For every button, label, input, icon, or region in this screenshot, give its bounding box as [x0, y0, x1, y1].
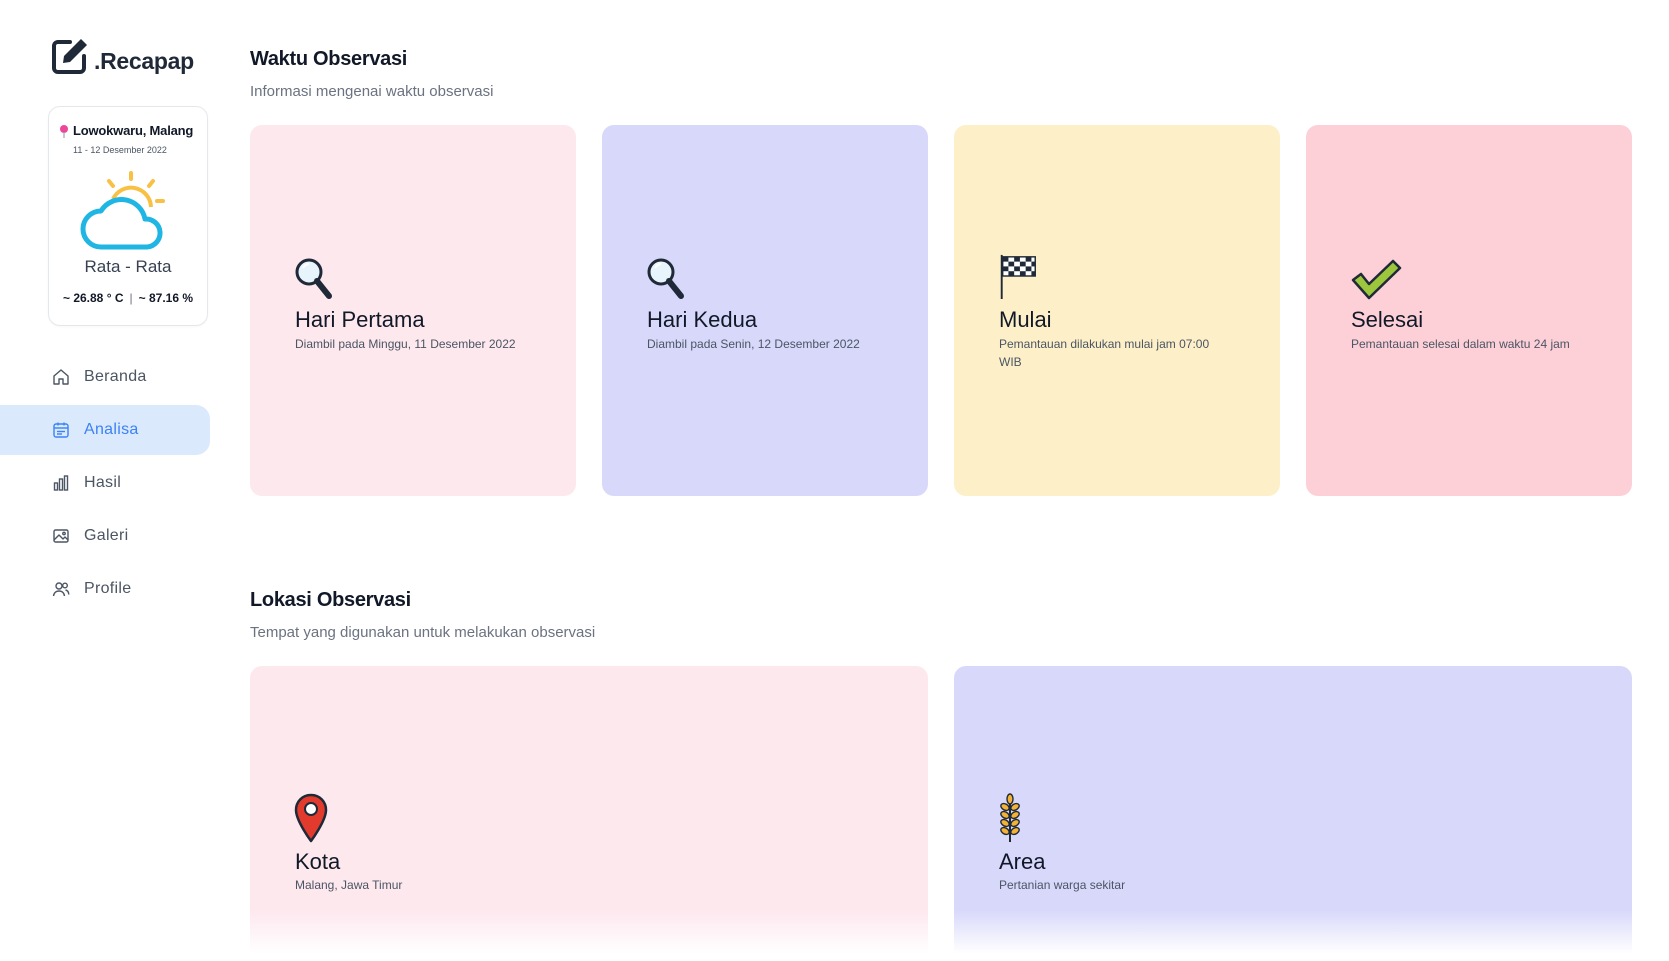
- pin-icon: [60, 124, 68, 138]
- card-desc: Pemantauan dilakukan mulai jam 07:00 WIB: [999, 337, 1210, 369]
- section-title-lokasi: Lokasi Observasi: [250, 589, 411, 611]
- nav-label-profile: Profile: [84, 580, 132, 597]
- weather-label: Rata - Rata: [84, 257, 172, 276]
- checkered-flag-icon: [1000, 254, 1036, 299]
- main-nav: Beranda Analisa Hasil Galeri Profile: [0, 352, 215, 617]
- magnifier-icon: [295, 258, 332, 299]
- calendar-icon: [53, 422, 69, 438]
- brand-logo[interactable]: .Recapap: [50, 36, 194, 76]
- card-hari-pertama[interactable]: Hari Pertama Diambil pada Minggu, 11 Des…: [250, 125, 576, 496]
- users-icon: [52, 582, 70, 597]
- magnifier-icon: [647, 258, 684, 299]
- nav-item-profile[interactable]: Profile: [0, 564, 215, 614]
- nav-label-analisa: Analisa: [84, 421, 139, 438]
- edit-square-icon: [52, 39, 87, 74]
- card-hari-kedua[interactable]: Hari Kedua Diambil pada Senin, 12 Desemb…: [602, 125, 928, 496]
- card-desc: Diambil pada Senin, 12 Desember 2022: [647, 337, 860, 351]
- card-selesai[interactable]: Selesai Pemantauan selesai dalam waktu 2…: [1306, 125, 1632, 496]
- nav-item-galeri[interactable]: Galeri: [0, 511, 215, 561]
- card-title: Selesai: [1351, 307, 1424, 332]
- card-desc: Pertanian warga sekitar: [999, 878, 1126, 892]
- card-title: Kota: [295, 849, 341, 874]
- bar-chart-icon: [53, 475, 69, 491]
- section-subtitle-waktu: Informasi mengenai waktu observasi: [250, 83, 494, 100]
- nav-label-galeri: Galeri: [84, 527, 129, 544]
- bottom-fade-overlay: [240, 910, 1660, 961]
- home-icon: [53, 369, 69, 385]
- card-mulai[interactable]: Mulai Pemantauan dilakukan mulai jam 07:…: [954, 125, 1280, 496]
- wheat-icon: [1000, 793, 1020, 842]
- partly-cloudy-icon: [80, 171, 165, 250]
- weather-location-text: Lowokwaru, Malang: [73, 123, 194, 138]
- nav-label-beranda: Beranda: [84, 368, 147, 385]
- sidebar: .Recapap Lowokwaru, Malang 11 - 12 Desem…: [0, 0, 215, 961]
- section-title-waktu: Waktu Observasi: [250, 48, 408, 70]
- weather-location: Lowokwaru, Malang: [59, 123, 193, 138]
- map-pin-icon: [294, 793, 328, 843]
- card-desc: Malang, Jawa Timur: [295, 878, 403, 892]
- weather-card: Lowokwaru, Malang 11 - 12 Desember 2022 …: [48, 106, 208, 326]
- weather-temperature: ~ 26.88 ° C: [62, 291, 124, 305]
- weather-separator: |: [129, 291, 133, 305]
- brand-name: .Recapap: [94, 48, 194, 74]
- weather-date-range: 11 - 12 Desember 2022: [73, 145, 167, 155]
- check-mark-icon: [1351, 259, 1402, 300]
- card-title: Hari Kedua: [647, 307, 758, 332]
- image-icon: [53, 529, 69, 543]
- card-title: Mulai: [999, 307, 1052, 332]
- weather-stats: ~ 26.88 ° C | ~ 87.16 %: [49, 291, 207, 305]
- nav-label-hasil: Hasil: [84, 474, 122, 491]
- card-desc: Pemantauan selesai dalam waktu 24 jam: [1351, 337, 1570, 351]
- nav-item-analisa[interactable]: Analisa: [0, 405, 210, 455]
- card-title: Hari Pertama: [295, 307, 425, 332]
- section-subtitle-lokasi: Tempat yang digunakan untuk melakukan ob…: [250, 624, 596, 641]
- card-desc: Diambil pada Minggu, 11 Desember 2022: [295, 337, 516, 351]
- nav-item-beranda[interactable]: Beranda: [0, 352, 215, 402]
- card-title: Area: [999, 849, 1046, 874]
- weather-humidity: ~ 87.16 %: [138, 291, 193, 305]
- nav-item-hasil[interactable]: Hasil: [0, 458, 215, 508]
